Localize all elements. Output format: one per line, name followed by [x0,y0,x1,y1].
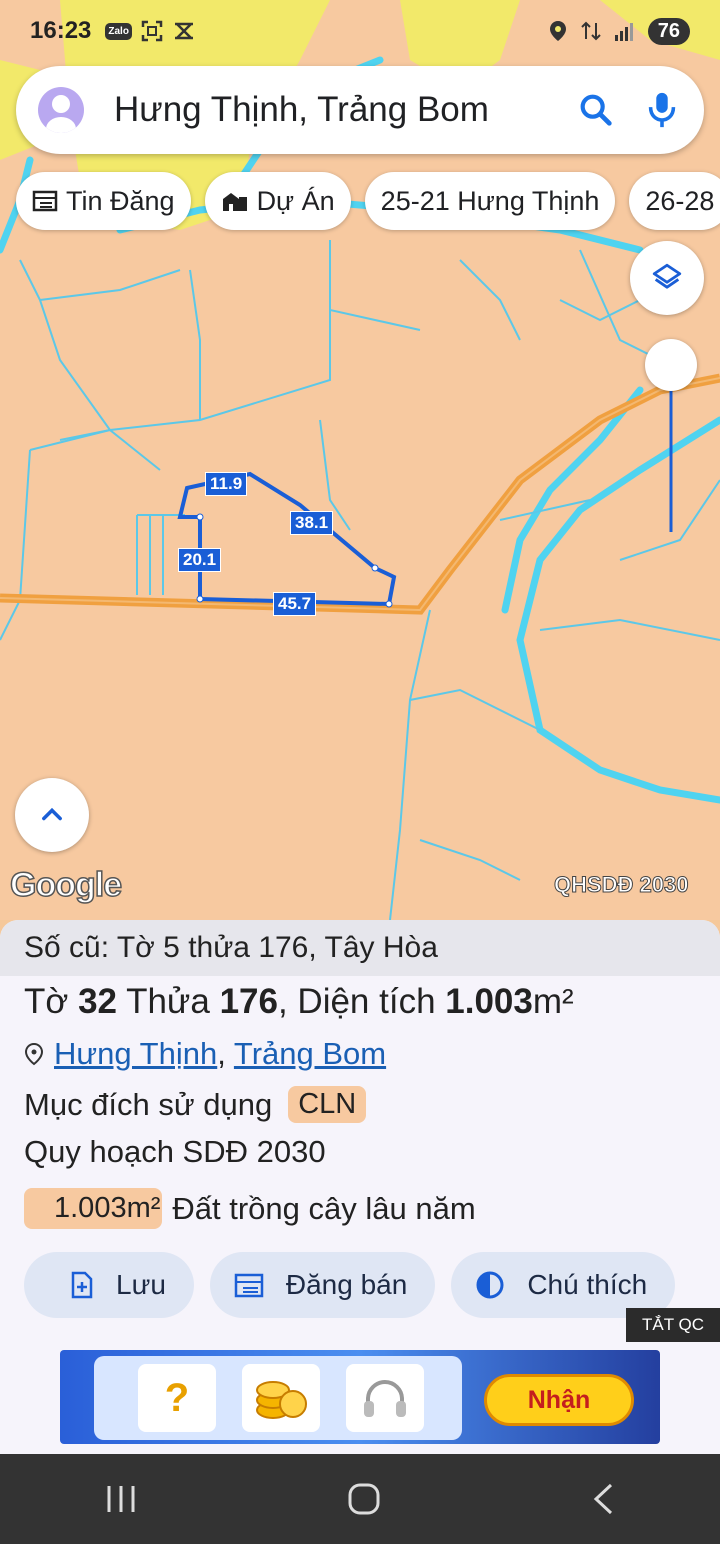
ad-banner[interactable]: ? Nhận [60,1350,660,1444]
zoom-slider-handle[interactable] [645,339,697,391]
planning-description: Đất trồng cây lâu năm [172,1190,476,1226]
parcel-edge-label: 11.9 [205,472,248,496]
post-sale-label: Đăng bán [285,1269,408,1300]
sheet-label: Tờ [24,982,79,1021]
planning-area-badge: 1.003m² [24,1188,163,1229]
location-separator: , [217,1036,234,1071]
ad-claim-button[interactable]: Nhận [484,1374,634,1426]
save-label: Lưu [116,1269,166,1300]
avatar[interactable] [38,87,84,133]
sheet-number: 32 [78,982,117,1021]
chip-tin-dang[interactable]: Tin Đăng [16,172,191,230]
ward-link[interactable]: Hưng Thịnh [54,1036,217,1071]
bookmark-add-icon [71,1271,93,1299]
battery-level: 76 [647,17,690,45]
location-pin-icon [549,21,566,41]
land-purpose: Mục đích sử dụng CLN [24,1086,367,1123]
chip-label: Dự Án [256,185,335,216]
zalo-icon: Zalo [105,22,132,40]
coins-icon [242,1364,320,1432]
data-arrows-icon [581,21,601,41]
chip-location-2[interactable]: 26-28 [629,172,720,230]
search-icon[interactable] [576,90,616,130]
save-button[interactable]: Lưu [24,1252,194,1318]
chip-label: 25-21 Hưng Thịnh [380,185,600,216]
screenshot-icon [141,20,163,42]
planning-title: Quy hoạch SDĐ 2030 [24,1134,326,1169]
microphone-icon[interactable] [644,90,680,130]
search-input[interactable]: Hưng Thịnh, Trảng Bom [114,90,576,130]
parcel-location: Hưng Thịnh, Trảng Bom [24,1036,386,1072]
parcel-info-sheet[interactable]: Số cũ: Tờ 5 thửa 176, Tây Hòa Tờ 32 Thửa… [0,920,720,1454]
purpose-label: Mục đích sử dụng [24,1086,273,1122]
google-logo: Google [9,865,123,905]
action-buttons: Lưu Đăng bán Chú thích [24,1252,676,1318]
location-pin-icon [24,1042,44,1066]
parcel-edge-label: 45.7 [273,592,317,616]
status-time: 16:23 [30,17,92,44]
planning-area-row: 1.003m² Đất trồng cây lâu năm [24,1188,476,1229]
district-link[interactable]: Trảng Bom [234,1036,386,1071]
signal-icon [614,23,633,41]
expand-up-button[interactable] [15,778,89,852]
recent-apps-icon[interactable] [105,1484,137,1514]
layers-button[interactable] [630,241,704,315]
post-sale-button[interactable]: Đăng bán [209,1252,436,1318]
chip-label: 26-28 [645,185,715,216]
system-nav-bar [0,1454,720,1544]
parcel-summary: Tờ 32 Thửa 176, Diện tích 1.003m² [24,982,574,1022]
calendar-list-icon [32,190,58,212]
chip-du-an[interactable]: Dự Án [204,172,351,230]
legend-label: Chú thích [527,1269,648,1300]
capcut-icon [174,22,193,40]
chip-location-1[interactable]: 25-21 Hưng Thịnh [364,172,616,230]
chevron-up-icon [42,807,62,821]
listing-icon [234,1273,264,1298]
parcel-edge-label: 38.1 [290,511,334,535]
map-layer-name: QHSDĐ 2030 [554,872,690,898]
back-icon[interactable] [591,1482,615,1516]
filter-chips: Tin Đăng Dự Án 25-21 Hưng Thịnh 26-28 [16,172,720,230]
parcel-number: 176 [219,982,278,1021]
area-unit: m² [532,982,574,1021]
chip-label: Tin Đăng [66,185,175,216]
parcel-label: Thửa [117,982,220,1021]
buildings-icon [222,193,247,211]
area-value: 1.003 [445,982,533,1021]
parcel-edge-label: 20.1 [178,548,222,572]
layers-icon [652,263,682,289]
area-label: , Diện tích [277,982,446,1021]
status-bar: 16:23 Zalo 76 [0,0,720,62]
ad-tiles: ? [94,1356,462,1440]
search-bar[interactable]: Hưng Thịnh, Trảng Bom [16,66,704,154]
purpose-code-badge: CLN [288,1086,367,1123]
contrast-icon [476,1271,504,1299]
home-icon[interactable] [347,1482,381,1516]
headphones-icon [346,1364,424,1432]
old-parcel-info: Số cũ: Tờ 5 thửa 176, Tây Hòa [0,920,720,976]
question-tile-icon: ? [138,1364,216,1432]
close-ad-button[interactable]: TẮT QC [626,1308,720,1342]
